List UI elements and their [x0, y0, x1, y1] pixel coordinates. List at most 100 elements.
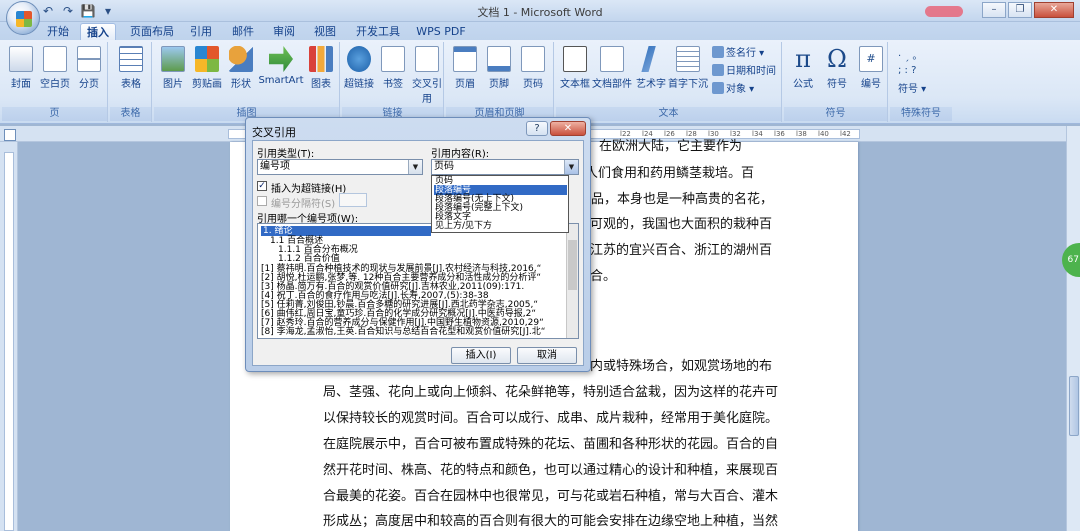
dialog-close-button[interactable]: ✕: [550, 121, 586, 136]
vertical-ruler[interactable]: [0, 142, 18, 531]
separator-input[interactable]: [339, 193, 367, 207]
doc-text-line: 形成丛；高度居中和较高的百合则有很大的可能会安排在边缘空地上种植，当然: [323, 514, 779, 529]
doc-text-line: 局、茎强、花向上或向上倾斜、花朵鲜艳等，特别适合盆栽，因为这样的花卉可: [323, 385, 779, 400]
picture-button[interactable]: 图片: [156, 46, 190, 90]
tab-references[interactable]: 引用: [184, 23, 218, 40]
chart-button[interactable]: 图表: [304, 46, 338, 90]
picture-label: 图片: [163, 79, 183, 90]
tab-wps-pdf[interactable]: WPS PDF: [414, 23, 468, 40]
footer-button[interactable]: 页脚: [482, 46, 516, 90]
ref-content-select[interactable]: 页码 ▼: [431, 159, 579, 175]
scrollbar-thumb[interactable]: [1069, 376, 1079, 436]
bookmark-icon: [381, 46, 405, 72]
doc-text-line: 江苏的宜兴百合、浙江的湖州百: [590, 243, 773, 258]
maximize-button[interactable]: ❐: [1008, 2, 1032, 18]
object-button[interactable]: 对象 ▾: [712, 82, 754, 98]
group-special-symbols: · ˏ ｡ ; : ? 符号 ▾ 特殊符号: [890, 42, 952, 122]
hyperlink-button[interactable]: 超链接: [342, 46, 376, 90]
bookmark-button[interactable]: 书签: [376, 46, 410, 90]
doc-text-line: 然开花时间、株高、花的特点和颜色，也可以通过精心的设计和种植，来展现百: [323, 463, 779, 478]
number-icon: #: [859, 46, 883, 72]
formula-button[interactable]: π 公式: [786, 46, 820, 90]
tab-page-layout[interactable]: 页面布局: [126, 23, 178, 40]
signature-icon: [712, 46, 724, 58]
header-label: 页眉: [455, 79, 475, 90]
number-button[interactable]: # 编号: [854, 46, 888, 90]
list-scrollbar[interactable]: [566, 224, 578, 338]
hyperlink-checkbox[interactable]: ✓: [257, 181, 267, 191]
pagenum-label: 页码: [523, 79, 543, 90]
quickparts-button[interactable]: 文档部件: [592, 46, 632, 90]
separator-checkbox[interactable]: [257, 196, 267, 206]
clipart-button[interactable]: 剪贴画: [190, 46, 224, 90]
shapes-button[interactable]: 形状: [224, 46, 258, 90]
smartart-button[interactable]: SmartArt: [258, 46, 304, 86]
table-label: 表格: [121, 79, 141, 90]
page-number-icon: [521, 46, 545, 72]
title-bar: ↶ ↷ 💾 ▾ 文档 1 - Microsoft Word – ❐ ✕: [0, 0, 1080, 35]
group-label-pages: 页: [2, 107, 107, 121]
separator-checkbox-label: 编号分隔符(S): [271, 199, 336, 210]
numbered-items-list[interactable]: 1. 绪论 1.1 百合概述 1.1.1 百合分布概况 1.1.2 百合价值 […: [257, 223, 579, 339]
chevron-down-icon: ▼: [564, 160, 578, 174]
ruler-tick: l38: [796, 130, 807, 138]
footer-icon: [487, 46, 511, 72]
ruler-tick: l42: [840, 130, 851, 138]
datetime-button[interactable]: 日期和时间: [712, 64, 776, 80]
tab-developer[interactable]: 开发工具: [352, 23, 404, 40]
cancel-button[interactable]: 取消: [517, 347, 577, 364]
vruler-track: [4, 152, 14, 531]
help-button[interactable]: ?: [526, 121, 548, 136]
clipart-label: 剪贴画: [192, 79, 222, 90]
cover-label: 封面: [11, 79, 31, 90]
tab-insert[interactable]: 插入: [80, 23, 116, 40]
list-scrollbar-thumb[interactable]: [568, 240, 577, 290]
cover-page-button[interactable]: 封面: [4, 46, 38, 90]
list-item[interactable]: [8] 李海龙,孟淑怡,王英.百合知识与总结百合花型和观赏价值研究[J].北“: [261, 327, 545, 337]
page-number-button[interactable]: 页码: [516, 46, 550, 90]
special-symbol-button[interactable]: 符号 ▾: [898, 82, 926, 98]
smartart-label: SmartArt: [258, 75, 304, 86]
symbol-button[interactable]: Ω 符号: [820, 46, 854, 90]
tab-mailings[interactable]: 邮件: [228, 23, 258, 40]
signature-line-button[interactable]: 签名行 ▾: [712, 46, 764, 62]
minimize-button[interactable]: –: [982, 2, 1006, 18]
cover-page-icon: [9, 46, 33, 72]
tab-selector[interactable]: [4, 129, 16, 141]
doc-text-line: 合。: [590, 269, 617, 284]
break-label: 分页: [79, 79, 99, 90]
list-item[interactable]: 1. 绪论: [261, 226, 431, 236]
tab-view[interactable]: 视图: [308, 23, 342, 40]
blank-page-button[interactable]: 空白页: [38, 46, 72, 90]
pi-icon: π: [795, 45, 811, 73]
smartart-icon: [269, 46, 293, 72]
object-icon: [712, 82, 724, 94]
tab-review[interactable]: 审阅: [268, 23, 300, 40]
doc-text-line: 内或特殊场合，如观赏场地的布: [590, 359, 773, 374]
crossref-label: 交叉引用: [412, 79, 442, 105]
office-button[interactable]: [6, 1, 40, 35]
symbol-label: 符号: [827, 79, 847, 90]
hyperlink-checkbox-label: 插入为超链接(H): [271, 184, 347, 195]
vertical-scrollbar[interactable]: [1066, 126, 1080, 531]
ruler-tick: l40: [818, 130, 829, 138]
ref-type-select[interactable]: 编号项 ▼: [257, 159, 423, 175]
group-symbols: π 公式 Ω 符号 # 编号 符号: [784, 42, 888, 122]
list-item[interactable]: 1.1.2 百合价值: [278, 254, 340, 264]
crossref-button[interactable]: 交叉引用: [410, 46, 444, 105]
table-button[interactable]: 表格: [114, 46, 148, 90]
doc-text-line: 产品，本身也是一种高贵的名花，: [578, 192, 774, 207]
tab-home[interactable]: 开始: [40, 23, 76, 40]
punctuation-grid[interactable]: · ˏ ｡ ; : ?: [898, 50, 918, 78]
close-button[interactable]: ✕: [1034, 2, 1074, 18]
dropcap-button[interactable]: 首字下沉: [668, 46, 708, 90]
header-button[interactable]: 页眉: [448, 46, 482, 90]
dropdown-option[interactable]: 见上方/见下方: [434, 221, 567, 231]
page-break-button[interactable]: 分页: [72, 46, 106, 90]
wordart-button[interactable]: 艺术字: [634, 46, 668, 90]
textbox-button[interactable]: 文本框: [558, 46, 592, 90]
ribbon: 封面 空白页 分页 页 表格 表格 图片 剪贴画 形状 SmartArt 图表 …: [0, 40, 1080, 124]
notification-pill: [925, 6, 963, 17]
doc-text-line: 在庭院展示中，百合可被布置成特殊的花坛、苗圃和各种形状的花园。百合的自: [323, 437, 779, 452]
insert-button[interactable]: 插入(I): [451, 347, 511, 364]
